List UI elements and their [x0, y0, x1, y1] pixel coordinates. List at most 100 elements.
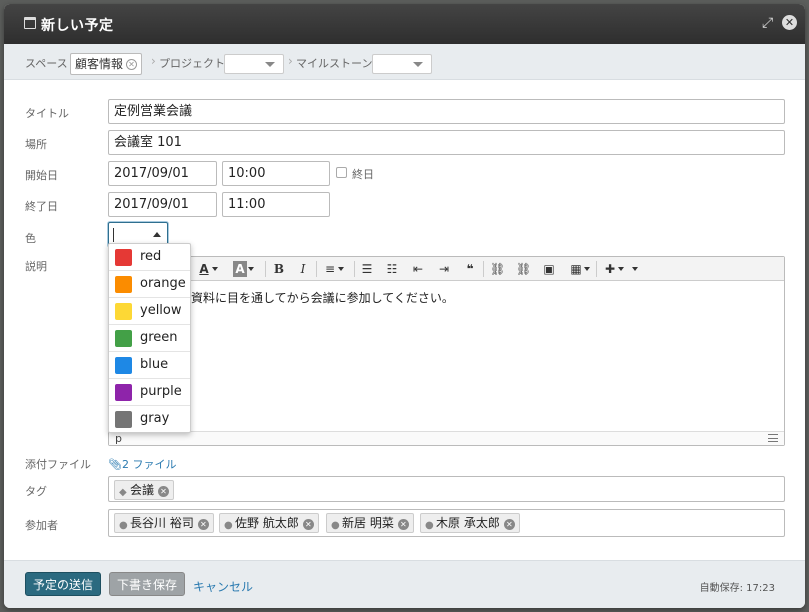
link-icon[interactable]: ⛓: [490, 261, 505, 277]
resize-handle-icon[interactable]: [768, 434, 778, 442]
dialog-footer: 予定の送信 下書き保存 キャンセル 自動保存: 17:23: [4, 560, 805, 608]
participant-chip[interactable]: ● 佐野 航太郎 ✕: [219, 513, 319, 533]
end-time-input[interactable]: 11:00: [222, 192, 330, 217]
space-bar: スペース 顧客情報 ✕ › プロジェクト › マイルストーン: [4, 44, 805, 80]
project-select[interactable]: [224, 54, 284, 74]
font-color-icon[interactable]: A: [197, 261, 218, 277]
place-label: 場所: [25, 138, 47, 151]
tag-input[interactable]: ◆ 会議 ✕: [108, 476, 785, 502]
outdent-icon[interactable]: ⇤: [411, 261, 425, 277]
tag-chip-label: 会議: [130, 483, 155, 497]
color-swatch: [115, 249, 132, 266]
editor-path: p: [115, 432, 122, 445]
color-label: 色: [25, 232, 36, 245]
toolbar-divider: [316, 261, 317, 277]
remove-icon[interactable]: ✕: [503, 519, 515, 530]
color-swatch: [115, 411, 132, 428]
color-option[interactable]: blue: [109, 352, 190, 379]
more-icon[interactable]: [623, 261, 638, 277]
attach-count: 2 ファイル: [121, 458, 177, 471]
bold-icon[interactable]: B: [272, 261, 286, 277]
remove-icon[interactable]: ✕: [197, 519, 209, 530]
title-input[interactable]: 定例営業会議: [108, 99, 785, 124]
participant-chip[interactable]: ● 長谷川 裕司 ✕: [114, 513, 214, 533]
user-icon: ●: [331, 520, 340, 531]
participants-input[interactable]: ● 長谷川 裕司 ✕ ● 佐野 航太郎 ✕ ● 新居 明菜 ✕ ● 木原 承太郎 ✕: [108, 509, 785, 537]
end-label: 終了日: [25, 200, 58, 213]
paperclip-icon: 📎︎: [108, 458, 122, 471]
description-text: り資料に目を通してから会議に参加してください。: [179, 291, 454, 305]
user-icon: ●: [224, 520, 233, 531]
unlink-icon[interactable]: ⛓: [516, 261, 531, 277]
description-editor[interactable]: A A B I ≡ ☰ ☷ ⇤ ⇥ ❝ ⛓ ⛓ ▣ ▦ ✚ り資料に目を通してか…: [108, 256, 785, 446]
space-chip-label: 顧客情報: [75, 57, 124, 71]
participant-name: 長谷川 裕司: [130, 516, 194, 530]
color-swatch: [115, 303, 132, 320]
start-date-input[interactable]: 2017/09/01: [108, 161, 217, 186]
color-option-label: orange: [140, 276, 186, 291]
color-option-label: red: [140, 249, 162, 264]
remove-icon[interactable]: ✕: [302, 519, 314, 530]
plugin-icon[interactable]: ✚: [603, 261, 624, 277]
expand-icon[interactable]: ⤢: [762, 16, 776, 30]
cancel-link[interactable]: キャンセル: [193, 578, 253, 595]
tag-icon: ◆: [119, 487, 127, 498]
description-label: 説明: [25, 260, 47, 273]
align-icon[interactable]: ≡: [323, 261, 344, 277]
attach-label: 添付ファイル: [25, 458, 91, 471]
tag-chip[interactable]: ◆ 会議 ✕: [114, 480, 175, 500]
participants-label: 参加者: [25, 519, 58, 532]
allday-label: 終日: [352, 168, 374, 181]
start-time-input[interactable]: 10:00: [222, 161, 330, 186]
dialog-titlebar: 新しい予定 ⤢ ✕: [4, 4, 805, 44]
bullet-list-icon[interactable]: ☰: [360, 261, 374, 277]
close-icon[interactable]: ✕: [782, 15, 797, 30]
bg-color-icon[interactable]: A: [233, 261, 254, 277]
image-icon[interactable]: ▣: [542, 261, 556, 277]
place-input[interactable]: 会議室 101: [108, 130, 785, 155]
send-button[interactable]: 予定の送信: [25, 572, 102, 596]
calendar-icon: [24, 17, 36, 29]
color-dropdown: red orange yellow green blue purple gray: [108, 243, 191, 433]
user-icon: ●: [119, 520, 128, 531]
title-label: タイトル: [25, 107, 69, 120]
project-label: プロジェクト: [159, 57, 225, 70]
color-swatch: [115, 384, 132, 401]
color-option[interactable]: purple: [109, 379, 190, 406]
color-option[interactable]: gray: [109, 406, 190, 433]
indent-icon[interactable]: ⇥: [437, 261, 451, 277]
color-option[interactable]: yellow: [109, 298, 190, 325]
participant-chip[interactable]: ● 新居 明菜 ✕: [326, 513, 414, 533]
remove-icon[interactable]: ✕: [126, 59, 138, 70]
color-option-label: purple: [140, 384, 182, 399]
chevron-right-icon: ›: [288, 54, 293, 68]
quote-icon[interactable]: ❝: [463, 261, 477, 277]
user-icon: ●: [425, 520, 434, 531]
participant-name: 新居 明菜: [342, 516, 394, 530]
milestone-select[interactable]: [372, 54, 432, 74]
color-option-label: gray: [140, 411, 170, 426]
color-option[interactable]: green: [109, 325, 190, 352]
attach-link[interactable]: 📎︎2 ファイル: [108, 456, 176, 472]
table-icon[interactable]: ▦: [569, 261, 590, 277]
dialog-title: 新しい予定: [41, 18, 114, 34]
save-draft-button[interactable]: 下書き保存: [109, 572, 186, 596]
allday-checkbox[interactable]: [336, 167, 347, 178]
color-option[interactable]: red: [109, 244, 190, 271]
color-option-label: green: [140, 330, 178, 345]
remove-icon[interactable]: ✕: [397, 519, 409, 530]
toolbar-divider: [354, 261, 355, 277]
toolbar-divider: [596, 261, 597, 277]
chevron-up-icon: [153, 232, 161, 237]
participant-name: 佐野 航太郎: [235, 516, 299, 530]
remove-icon[interactable]: ✕: [158, 486, 170, 497]
color-option-label: blue: [140, 357, 169, 372]
color-option[interactable]: orange: [109, 271, 190, 298]
space-chip[interactable]: 顧客情報 ✕: [70, 53, 143, 75]
end-date-input[interactable]: 2017/09/01: [108, 192, 217, 217]
numbered-list-icon[interactable]: ☷: [385, 261, 399, 277]
color-swatch: [115, 276, 132, 293]
italic-icon[interactable]: I: [296, 261, 310, 277]
editor-toolbar: A A B I ≡ ☰ ☷ ⇤ ⇥ ❝ ⛓ ⛓ ▣ ▦ ✚: [109, 257, 784, 281]
participant-chip[interactable]: ● 木原 承太郎 ✕: [420, 513, 520, 533]
